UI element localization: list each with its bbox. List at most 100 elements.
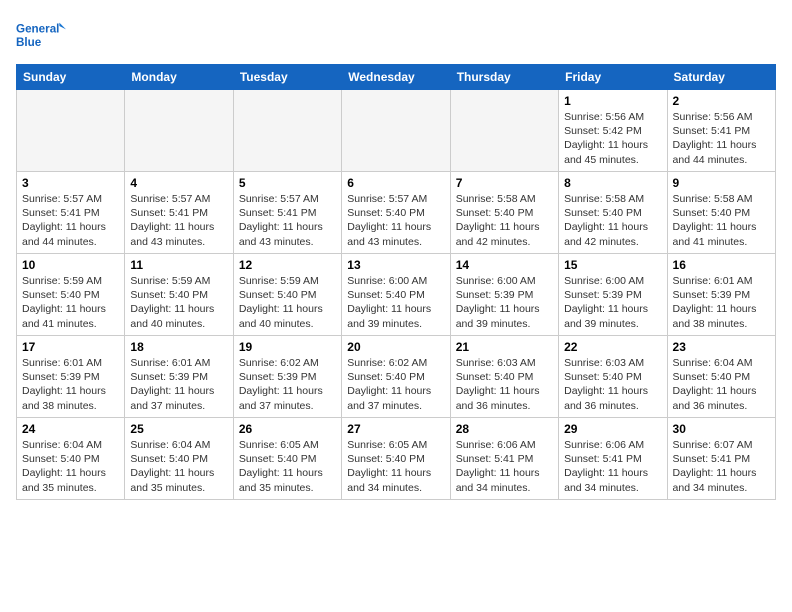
calendar-cell — [233, 90, 341, 172]
calendar-table: SundayMondayTuesdayWednesdayThursdayFrid… — [16, 64, 776, 500]
day-info: Sunrise: 6:06 AMSunset: 5:41 PMDaylight:… — [564, 438, 661, 495]
day-number: 6 — [347, 176, 444, 190]
day-number: 8 — [564, 176, 661, 190]
day-info: Sunrise: 6:01 AMSunset: 5:39 PMDaylight:… — [130, 356, 227, 413]
day-info: Sunrise: 6:04 AMSunset: 5:40 PMDaylight:… — [673, 356, 770, 413]
day-number: 28 — [456, 422, 553, 436]
day-number: 27 — [347, 422, 444, 436]
day-info: Sunrise: 6:05 AMSunset: 5:40 PMDaylight:… — [347, 438, 444, 495]
calendar-cell: 15 Sunrise: 6:00 AMSunset: 5:39 PMDayligh… — [559, 254, 667, 336]
calendar-cell: 11 Sunrise: 5:59 AMSunset: 5:40 PMDayligh… — [125, 254, 233, 336]
calendar-cell — [450, 90, 558, 172]
day-info: Sunrise: 6:07 AMSunset: 5:41 PMDaylight:… — [673, 438, 770, 495]
weekday-header: Thursday — [450, 65, 558, 90]
calendar-cell: 12 Sunrise: 5:59 AMSunset: 5:40 PMDayligh… — [233, 254, 341, 336]
day-number: 3 — [22, 176, 119, 190]
calendar-cell — [125, 90, 233, 172]
day-number: 4 — [130, 176, 227, 190]
day-number: 19 — [239, 340, 336, 354]
day-info: Sunrise: 5:57 AMSunset: 5:41 PMDaylight:… — [239, 192, 336, 249]
day-info: Sunrise: 5:59 AMSunset: 5:40 PMDaylight:… — [130, 274, 227, 331]
day-info: Sunrise: 6:00 AMSunset: 5:40 PMDaylight:… — [347, 274, 444, 331]
weekday-header: Sunday — [17, 65, 125, 90]
day-number: 15 — [564, 258, 661, 272]
calendar-cell: 20Sunrise: 6:02 AMSunset: 5:40 PMDayligh… — [342, 336, 450, 418]
calendar-cell — [17, 90, 125, 172]
calendar-week-row: 10 Sunrise: 5:59 AMSunset: 5:40 PMDayligh… — [17, 254, 776, 336]
calendar-cell: 25Sunrise: 6:04 AMSunset: 5:40 PMDayligh… — [125, 418, 233, 500]
day-number: 5 — [239, 176, 336, 190]
weekday-header: Monday — [125, 65, 233, 90]
calendar-cell: 7 Sunrise: 5:58 AMSunset: 5:40 PMDaylight… — [450, 172, 558, 254]
calendar-cell: 23 Sunrise: 6:04 AMSunset: 5:40 PMDayligh… — [667, 336, 775, 418]
page-header: General Blue — [16, 16, 776, 56]
day-info: Sunrise: 5:56 AMSunset: 5:41 PMDaylight:… — [673, 110, 770, 167]
day-info: Sunrise: 5:57 AMSunset: 5:41 PMDaylight:… — [130, 192, 227, 249]
calendar-cell: 17 Sunrise: 6:01 AMSunset: 5:39 PMDayligh… — [17, 336, 125, 418]
day-info: Sunrise: 6:00 AMSunset: 5:39 PMDaylight:… — [564, 274, 661, 331]
day-number: 13 — [347, 258, 444, 272]
day-info: Sunrise: 6:04 AMSunset: 5:40 PMDaylight:… — [22, 438, 119, 495]
day-number: 1 — [564, 94, 661, 108]
calendar-week-row: 24 Sunrise: 6:04 AMSunset: 5:40 PMDayligh… — [17, 418, 776, 500]
day-info: Sunrise: 5:59 AMSunset: 5:40 PMDaylight:… — [22, 274, 119, 331]
day-info: Sunrise: 6:06 AMSunset: 5:41 PMDaylight:… — [456, 438, 553, 495]
day-number: 12 — [239, 258, 336, 272]
day-info: Sunrise: 6:05 AMSunset: 5:40 PMDaylight:… — [239, 438, 336, 495]
weekday-header: Wednesday — [342, 65, 450, 90]
day-info: Sunrise: 5:57 AMSunset: 5:41 PMDaylight:… — [22, 192, 119, 249]
day-info: Sunrise: 6:02 AMSunset: 5:40 PMDaylight:… — [347, 356, 444, 413]
calendar-cell: 30Sunrise: 6:07 AMSunset: 5:41 PMDayligh… — [667, 418, 775, 500]
day-info: Sunrise: 5:58 AMSunset: 5:40 PMDaylight:… — [673, 192, 770, 249]
calendar-cell: 16Sunrise: 6:01 AMSunset: 5:39 PMDayligh… — [667, 254, 775, 336]
day-info: Sunrise: 6:03 AMSunset: 5:40 PMDaylight:… — [564, 356, 661, 413]
logo-icon: General Blue — [16, 16, 66, 56]
calendar-cell — [342, 90, 450, 172]
day-number: 11 — [130, 258, 227, 272]
calendar-cell: 8 Sunrise: 5:58 AMSunset: 5:40 PMDaylight… — [559, 172, 667, 254]
calendar-cell: 22 Sunrise: 6:03 AMSunset: 5:40 PMDayligh… — [559, 336, 667, 418]
day-info: Sunrise: 6:04 AMSunset: 5:40 PMDaylight:… — [130, 438, 227, 495]
day-info: Sunrise: 5:58 AMSunset: 5:40 PMDaylight:… — [564, 192, 661, 249]
day-number: 17 — [22, 340, 119, 354]
day-number: 10 — [22, 258, 119, 272]
day-number: 29 — [564, 422, 661, 436]
calendar-cell: 21 Sunrise: 6:03 AMSunset: 5:40 PMDayligh… — [450, 336, 558, 418]
logo: General Blue — [16, 16, 66, 56]
day-number: 21 — [456, 340, 553, 354]
day-number: 16 — [673, 258, 770, 272]
day-number: 7 — [456, 176, 553, 190]
day-info: Sunrise: 6:00 AMSunset: 5:39 PMDaylight:… — [456, 274, 553, 331]
day-info: Sunrise: 5:56 AMSunset: 5:42 PMDaylight:… — [564, 110, 661, 167]
calendar-cell: 14Sunrise: 6:00 AMSunset: 5:39 PMDayligh… — [450, 254, 558, 336]
day-number: 18 — [130, 340, 227, 354]
calendar-week-row: 1 Sunrise: 5:56 AMSunset: 5:42 PMDaylight… — [17, 90, 776, 172]
day-number: 22 — [564, 340, 661, 354]
weekday-header: Saturday — [667, 65, 775, 90]
calendar-cell: 18 Sunrise: 6:01 AMSunset: 5:39 PMDayligh… — [125, 336, 233, 418]
day-info: Sunrise: 6:03 AMSunset: 5:40 PMDaylight:… — [456, 356, 553, 413]
calendar-cell: 3 Sunrise: 5:57 AMSunset: 5:41 PMDaylight… — [17, 172, 125, 254]
day-number: 23 — [673, 340, 770, 354]
calendar-cell: 5 Sunrise: 5:57 AMSunset: 5:41 PMDaylight… — [233, 172, 341, 254]
weekday-header: Tuesday — [233, 65, 341, 90]
day-info: Sunrise: 6:02 AMSunset: 5:39 PMDaylight:… — [239, 356, 336, 413]
weekday-header-row: SundayMondayTuesdayWednesdayThursdayFrid… — [17, 65, 776, 90]
day-number: 24 — [22, 422, 119, 436]
calendar-cell: 6 Sunrise: 5:57 AMSunset: 5:40 PMDaylight… — [342, 172, 450, 254]
calendar-cell: 10 Sunrise: 5:59 AMSunset: 5:40 PMDayligh… — [17, 254, 125, 336]
day-info: Sunrise: 5:58 AMSunset: 5:40 PMDaylight:… — [456, 192, 553, 249]
calendar-cell: 1 Sunrise: 5:56 AMSunset: 5:42 PMDaylight… — [559, 90, 667, 172]
svg-text:General: General — [16, 23, 59, 36]
calendar-week-row: 3 Sunrise: 5:57 AMSunset: 5:41 PMDaylight… — [17, 172, 776, 254]
svg-text:Blue: Blue — [16, 36, 42, 49]
calendar-cell: 27 Sunrise: 6:05 AMSunset: 5:40 PMDayligh… — [342, 418, 450, 500]
day-info: Sunrise: 5:57 AMSunset: 5:40 PMDaylight:… — [347, 192, 444, 249]
day-info: Sunrise: 5:59 AMSunset: 5:40 PMDaylight:… — [239, 274, 336, 331]
calendar-cell: 9Sunrise: 5:58 AMSunset: 5:40 PMDaylight… — [667, 172, 775, 254]
day-number: 2 — [673, 94, 770, 108]
calendar-week-row: 17 Sunrise: 6:01 AMSunset: 5:39 PMDayligh… — [17, 336, 776, 418]
day-info: Sunrise: 6:01 AMSunset: 5:39 PMDaylight:… — [22, 356, 119, 413]
calendar-cell: 29 Sunrise: 6:06 AMSunset: 5:41 PMDayligh… — [559, 418, 667, 500]
day-number: 26 — [239, 422, 336, 436]
